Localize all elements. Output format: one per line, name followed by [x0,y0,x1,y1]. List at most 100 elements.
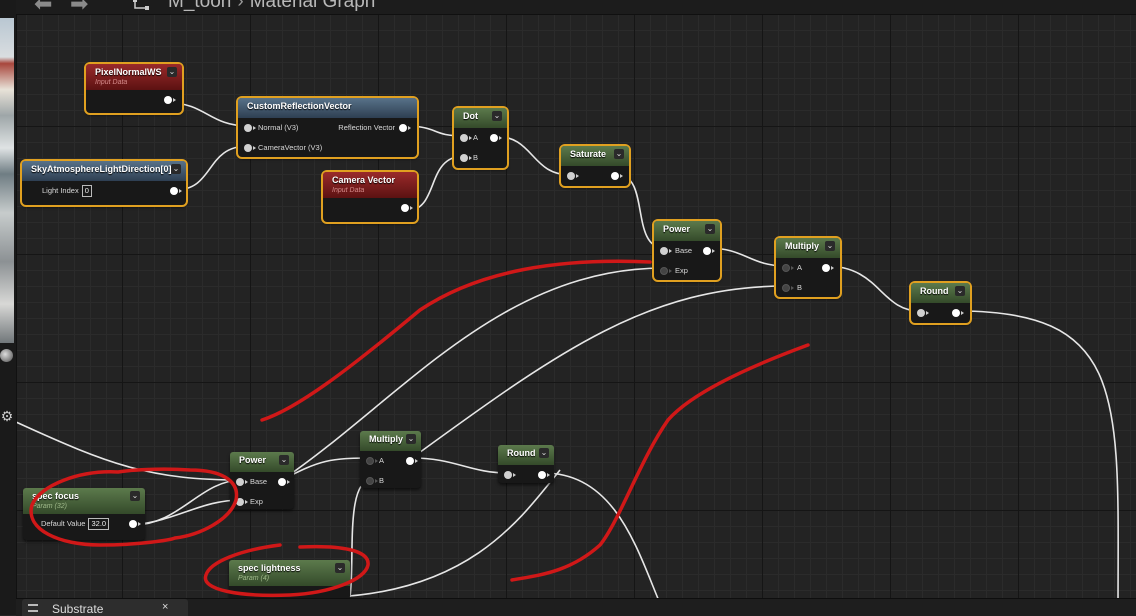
graph-icon [133,0,149,10]
node-custom-reflection-vector[interactable]: CustomReflectionVector Normal (V3) Reflec… [236,96,419,159]
node-subtitle: Param (4) [238,575,270,582]
pin-b-label: B [797,283,803,292]
node-subtitle: Input Data [95,79,128,86]
node-multiply-2[interactable]: Multiply ⌄ A B [360,431,421,488]
chevron-down-icon[interactable]: ⌄ [705,224,715,234]
pin-a-label: A [473,133,479,142]
gear-icon[interactable]: ⚙ [0,408,14,424]
exp-pin-label: Exp [250,497,263,506]
chevron-down-icon[interactable]: ⌄ [955,286,965,296]
output-pin[interactable] [401,204,413,212]
base-pin-label: Base [250,477,268,486]
breadcrumb-separator: › [237,0,244,12]
node-pixel-normal-ws[interactable]: PixelNormalWS Input Data ⌄ [84,62,184,115]
pin-b-label: B [473,153,479,162]
tab-label: Substrate [52,602,104,616]
output-pin[interactable] [406,457,418,465]
chevron-down-icon[interactable]: ⌄ [167,67,177,77]
breadcrumb-graph[interactable]: Material Graph [250,0,376,12]
node-title: spec focus [32,491,80,501]
input-pin[interactable] [244,124,256,132]
output-pin[interactable] [703,247,715,255]
input-pin[interactable] [782,284,794,292]
wire-left-to-power2 [15,421,243,481]
default-value-input[interactable]: 32.0 [88,518,110,530]
wire-power2-to-multiply2-a [281,457,373,481]
viewport-preview-image [0,18,14,343]
node-saturate[interactable]: Saturate ⌄ [559,144,631,188]
node-power[interactable]: Power ⌄ Base Exp [652,219,722,282]
output-pin[interactable] [170,187,182,195]
exp-pin-label: Exp [675,266,688,275]
chevron-down-icon[interactable]: ⌄ [614,149,624,159]
wire-specfocus-to-base [132,479,243,526]
chevron-down-icon[interactable]: ⌄ [539,448,549,458]
wire-multiply-to-round [825,265,921,312]
node-spec-lightness-param[interactable]: spec lightness Param (4) ⌄ [229,560,350,600]
node-spec-focus-param[interactable]: spec focus Param (32) ⌄ Default Value 32.0 [23,488,145,540]
output-pin[interactable] [822,264,834,272]
input-pin[interactable] [460,154,472,162]
pin-a-label: A [379,456,385,465]
wire-multiply2-to-multiply-b [411,285,787,459]
node-dot[interactable]: Dot ⌄ A B [452,106,509,170]
breadcrumb: M_toon › Material Graph [168,0,375,13]
output-pin[interactable] [164,96,176,104]
panel-icon [28,604,38,612]
output-pin[interactable] [538,471,550,479]
input-pin[interactable] [917,309,929,317]
node-sky-atmosphere-light-direction[interactable]: SkyAtmosphereLightDirection[0] ⌄ Light In… [20,159,188,207]
node-subtitle: Input Data [332,187,365,194]
output-pin[interactable] [490,134,502,142]
reflection-vector-label: Reflection Vector [338,123,395,132]
node-camera-vector[interactable]: Camera Vector Input Data [321,170,419,224]
default-value-label: Default Value [41,519,86,528]
input-pin[interactable] [567,172,579,180]
node-round[interactable]: Round ⌄ [909,281,972,325]
node-title: spec lightness [238,563,301,573]
close-icon[interactable]: × [162,601,168,613]
output-pin[interactable] [399,124,411,132]
input-pin[interactable] [236,478,248,486]
back-arrow-icon[interactable]: ⬅ [34,0,52,14]
chevron-down-icon[interactable]: ⌄ [279,455,289,465]
chevron-down-icon[interactable]: ⌄ [335,563,345,573]
output-pin[interactable] [952,309,964,317]
light-index-label: Light Index [42,186,79,195]
input-pin[interactable] [244,144,256,152]
chevron-down-icon[interactable]: ⌄ [825,241,835,251]
top-toolbar: ⬅ ➡ M_toon › Material Graph [16,0,1136,15]
output-pin[interactable] [129,520,141,528]
input-pin[interactable] [504,471,516,479]
wire-power2-to-exp [281,267,665,481]
input-pin[interactable] [660,267,672,275]
wire-round-to-output [957,310,1119,615]
input-pin[interactable] [660,247,672,255]
wire-multiply2-to-round2 [411,457,509,474]
chevron-down-icon[interactable]: ⌄ [130,491,140,501]
chevron-down-icon[interactable]: ⌄ [406,434,416,444]
output-pin[interactable] [611,172,623,180]
substrate-tab[interactable]: Substrate × [22,599,188,616]
node-multiply[interactable]: Multiply ⌄ A B [774,236,842,299]
input-pin[interactable] [782,264,794,272]
light-index-input[interactable]: 0 [81,185,92,197]
chevron-down-icon[interactable]: ⌄ [492,111,502,121]
pin-b-label: B [379,476,385,485]
breadcrumb-asset[interactable]: M_toon [168,0,231,12]
input-pin[interactable] [236,498,248,506]
node-title: Camera Vector [332,175,396,185]
chevron-down-icon[interactable]: ⌄ [171,164,181,174]
node-subtitle: Param (32) [32,503,68,510]
wire-lightness-to-multiply2-b [349,478,373,598]
input-pin[interactable] [460,134,472,142]
node-power-2[interactable]: Power ⌄ Base Exp [230,452,294,509]
input-pin[interactable] [366,477,378,485]
preview-sphere-icon[interactable] [0,349,13,362]
normal-pin-label: Normal (V3) [258,123,299,132]
base-pin-label: Base [675,246,693,255]
node-round-2[interactable]: Round ⌄ [498,445,554,483]
input-pin[interactable] [366,457,378,465]
forward-arrow-icon[interactable]: ➡ [70,0,88,14]
output-pin[interactable] [278,478,290,486]
